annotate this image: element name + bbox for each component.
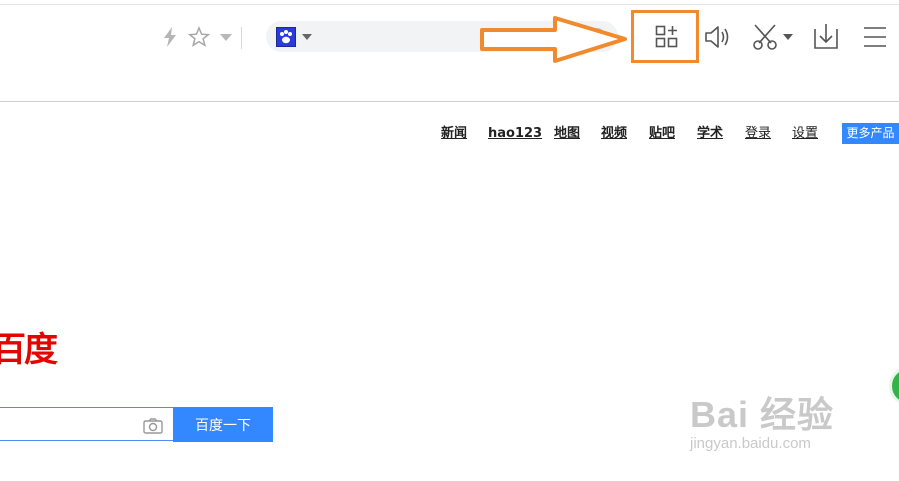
download-icon[interactable] [814,23,838,49]
engine-dropdown-icon[interactable] [302,34,312,40]
nav-link-map[interactable]: 地图 [554,124,580,144]
nav-link-video[interactable]: 视频 [601,124,627,144]
star-icon[interactable] [188,26,210,48]
camera-icon[interactable] [143,418,163,434]
scissors-dropdown-icon[interactable] [783,34,793,41]
scissors-icon[interactable] [751,23,779,51]
toolbar-divider [241,27,242,49]
dropdown-icon[interactable] [220,34,232,42]
baidu-paw-icon[interactable] [276,27,296,47]
nav-link-news[interactable]: 新闻 [441,124,467,144]
nav-link-settings[interactable]: 设置 [792,124,818,144]
more-products-button[interactable]: 更多产品 [842,123,899,144]
browser-toolbar [0,0,899,102]
speaker-icon[interactable] [704,24,732,50]
nav-link-login[interactable]: 登录 [745,124,771,144]
lightning-icon[interactable] [163,27,177,47]
watermark: Bai 经验 jingyan.baidu.com [690,394,835,453]
nav-link-xueshu[interactable]: 学术 [697,124,723,144]
baidu-logo: 百度 [0,330,58,370]
watermark-main: Bai 经验 [690,394,835,435]
menu-icon[interactable] [864,26,886,48]
add-app-icon[interactable] [655,25,679,49]
green-badge-icon [889,366,899,406]
nav-link-tieba[interactable]: 贴吧 [649,124,675,144]
nav-link-hao123[interactable]: hao123 [488,124,542,144]
search-button[interactable]: 百度一下 [173,407,273,442]
arrow-annotation-icon [480,16,627,63]
toolbar-top-border [0,4,899,5]
watermark-sub: jingyan.baidu.com [690,435,811,452]
